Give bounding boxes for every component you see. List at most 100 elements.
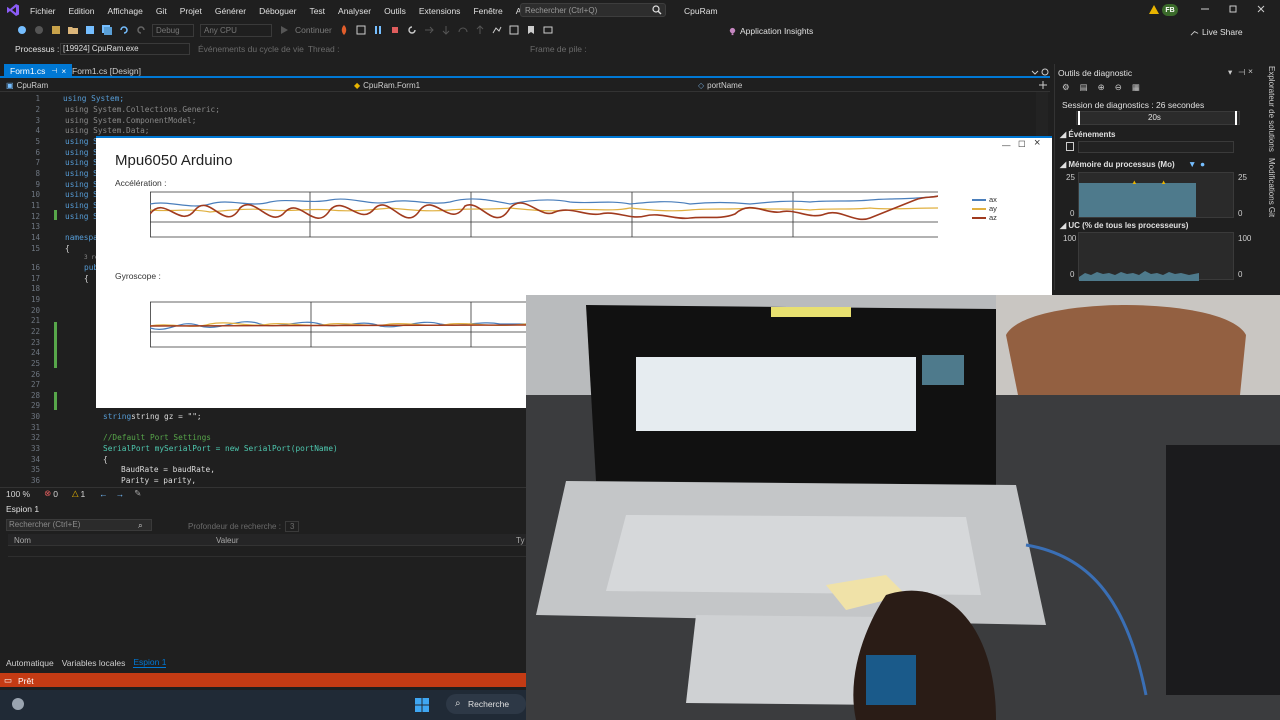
gyroscope-chart[interactable] bbox=[150, 300, 526, 350]
app-maximize-icon[interactable]: ☐ bbox=[1018, 139, 1026, 150]
menu-projet[interactable]: Projet bbox=[180, 6, 202, 16]
menu-generer[interactable]: Générer bbox=[215, 6, 246, 16]
events-track[interactable] bbox=[1078, 141, 1234, 153]
tab-list-icon[interactable] bbox=[1030, 67, 1040, 77]
memory-chart[interactable]: ▲ ▲ bbox=[1078, 172, 1234, 218]
minimize-icon[interactable] bbox=[1200, 4, 1210, 14]
open-folder-icon[interactable] bbox=[67, 24, 79, 36]
zoom-out-icon[interactable]: ⊖ bbox=[1115, 82, 1122, 93]
close-tab-icon[interactable]: × bbox=[62, 67, 67, 76]
visual-studio-logo-icon[interactable] bbox=[6, 3, 20, 17]
pin-panel-icon[interactable]: ⊣ bbox=[1238, 67, 1245, 78]
menu-git[interactable]: Git bbox=[156, 6, 167, 16]
menu-edition[interactable]: Edition bbox=[69, 6, 95, 16]
menu-test[interactable]: Test bbox=[309, 6, 325, 16]
search-icon[interactable] bbox=[652, 5, 662, 15]
pause-icon[interactable] bbox=[372, 24, 384, 36]
panel-menu-icon[interactable]: ▾ bbox=[1228, 67, 1232, 78]
app-minimize-icon[interactable]: — bbox=[1002, 140, 1011, 150]
close-window-icon[interactable] bbox=[1256, 4, 1266, 14]
zoom-level[interactable]: 100 % bbox=[6, 489, 30, 499]
cleanup-icon[interactable]: ✎ bbox=[134, 488, 141, 499]
watch-search-input[interactable]: Rechercher (Ctrl+E) bbox=[6, 519, 152, 531]
reset-view-icon[interactable]: ▦ bbox=[1132, 82, 1140, 93]
global-search-input[interactable]: Rechercher (Ctrl+Q) bbox=[520, 3, 666, 17]
step-out-icon[interactable] bbox=[474, 24, 486, 36]
screenshot-icon[interactable] bbox=[355, 24, 367, 36]
project-nav-dropdown[interactable]: ▣ CpuRam bbox=[6, 80, 346, 91]
step-into-icon[interactable] bbox=[440, 24, 452, 36]
stack-frame-dropdown[interactable]: Frame de pile : bbox=[530, 44, 587, 54]
close-panel-icon[interactable]: × bbox=[1248, 66, 1253, 76]
restore-icon[interactable] bbox=[1228, 4, 1238, 14]
undo-icon[interactable] bbox=[118, 24, 130, 36]
warning-count[interactable]: 1 bbox=[81, 489, 86, 499]
application-insights-button[interactable]: Application Insights bbox=[728, 26, 813, 36]
acceleration-chart[interactable] bbox=[150, 190, 938, 240]
weather-icon[interactable] bbox=[10, 696, 26, 712]
export-icon[interactable]: ▤ bbox=[1080, 82, 1088, 93]
events-section-title[interactable]: ◢ Événements bbox=[1060, 130, 1116, 139]
watch-empty-row[interactable] bbox=[8, 547, 528, 557]
zoom-in-icon[interactable]: ⊕ bbox=[1098, 82, 1105, 93]
bookmark-icon[interactable] bbox=[525, 24, 537, 36]
code-map-icon[interactable] bbox=[508, 24, 520, 36]
tab-automatique[interactable]: Automatique bbox=[6, 658, 54, 668]
watch-column-name[interactable]: Nom bbox=[14, 536, 31, 545]
process-dropdown[interactable]: [19924] CpuRam.exe bbox=[60, 43, 190, 55]
tab-espion-1[interactable]: Espion 1 bbox=[133, 657, 167, 668]
new-project-icon[interactable] bbox=[50, 24, 62, 36]
split-editor-icon[interactable] bbox=[1038, 80, 1048, 90]
comment-icon[interactable] bbox=[542, 24, 554, 36]
search-icon[interactable]: ⌕ bbox=[138, 520, 143, 531]
search-depth-input[interactable]: 3 bbox=[284, 521, 300, 532]
feedback-icon[interactable] bbox=[1148, 4, 1160, 16]
diagnostic-tools-icon[interactable] bbox=[491, 24, 503, 36]
memory-section-title[interactable]: ◢ Mémoire du processus (Mo) bbox=[1060, 160, 1175, 169]
error-count[interactable]: 0 bbox=[53, 489, 58, 499]
cpu-section-title[interactable]: ◢ UC (% de tous les processeurs) bbox=[1060, 221, 1188, 230]
show-next-statement-icon[interactable] bbox=[423, 24, 435, 36]
tab-solution-explorer[interactable]: Explorateur de solutions bbox=[1262, 66, 1276, 152]
menu-outils[interactable]: Outils bbox=[384, 6, 406, 16]
next-issue-icon[interactable]: → bbox=[116, 489, 125, 499]
cpu-chart[interactable] bbox=[1078, 232, 1234, 281]
class-nav-dropdown[interactable]: ◆ CpuRam.Form1 bbox=[354, 80, 684, 91]
redo-icon[interactable] bbox=[135, 24, 147, 36]
continue-button[interactable]: Continuer bbox=[295, 25, 332, 35]
menu-extensions[interactable]: Extensions bbox=[419, 6, 461, 16]
save-all-icon[interactable] bbox=[101, 24, 113, 36]
hot-reload-icon[interactable] bbox=[338, 24, 350, 36]
continue-icon[interactable] bbox=[278, 24, 290, 36]
user-avatar[interactable]: FB bbox=[1162, 4, 1178, 16]
watch-column-type[interactable]: Ty bbox=[516, 536, 524, 545]
navigate-forward-icon[interactable] bbox=[33, 24, 45, 36]
tab-git-changes[interactable]: Modifications Git bbox=[1262, 158, 1276, 217]
step-over-icon[interactable] bbox=[457, 24, 469, 36]
tab-form1-design[interactable]: Form1.cs [Design] bbox=[72, 66, 141, 76]
member-nav-dropdown[interactable]: ◇ portName bbox=[698, 80, 1028, 91]
app-close-icon[interactable]: × bbox=[1034, 137, 1040, 149]
stop-icon[interactable] bbox=[389, 24, 401, 36]
live-share-button[interactable]: Live Share bbox=[1190, 27, 1243, 37]
pin-icon[interactable]: ⊣ bbox=[51, 67, 57, 75]
menu-fenetre[interactable]: Fenêtre bbox=[473, 6, 502, 16]
menu-fichier[interactable]: Fichier bbox=[30, 6, 56, 16]
platform-dropdown[interactable]: Any CPU bbox=[200, 23, 272, 37]
menu-affichage[interactable]: Affichage bbox=[108, 6, 143, 16]
menu-deboguer[interactable]: Déboguer bbox=[259, 6, 296, 16]
menu-analyser[interactable]: Analyser bbox=[338, 6, 371, 16]
tab-variables-locales[interactable]: Variables locales bbox=[62, 658, 126, 668]
lifecycle-events-dropdown[interactable]: Événements du cycle de vie Thread : bbox=[198, 44, 340, 54]
configuration-dropdown[interactable]: Debug bbox=[152, 23, 194, 37]
settings-icon[interactable] bbox=[1040, 67, 1050, 77]
tab-form1-cs[interactable]: Form1.cs ⊣ × bbox=[4, 64, 73, 78]
timeline-start-handle[interactable] bbox=[1078, 111, 1080, 125]
previous-issue-icon[interactable]: ← bbox=[99, 489, 108, 499]
navigate-back-icon[interactable] bbox=[16, 24, 28, 36]
restart-icon[interactable] bbox=[406, 24, 418, 36]
pause-events-icon[interactable] bbox=[1066, 142, 1074, 151]
settings-icon[interactable]: ⚙ bbox=[1062, 82, 1070, 93]
windows-start-icon[interactable] bbox=[414, 697, 430, 713]
watch-column-value[interactable]: Valeur bbox=[216, 536, 239, 545]
